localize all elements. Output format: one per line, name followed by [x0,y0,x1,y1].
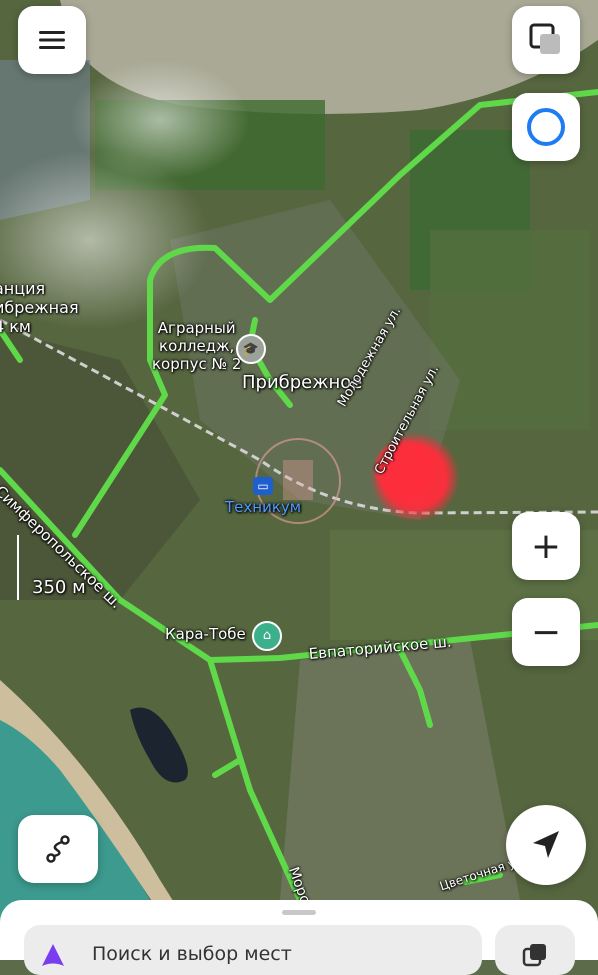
bus-stop-icon[interactable]: ▭ [253,477,273,495]
search-bar[interactable]: Поиск и выбор мест [24,925,482,975]
zoom-out-button[interactable]: − [512,598,580,666]
search-placeholder: Поиск и выбор мест [92,943,292,965]
museum-icon[interactable]: ⌂ [252,621,282,651]
technikum-label[interactable]: Техникум [225,498,301,516]
layers-button[interactable] [512,6,580,74]
navigation-arrow-icon [533,831,559,858]
college-label[interactable]: Аграрный колледж, корпус № 2 [152,319,241,373]
alice-search-icon [42,944,64,966]
route-button[interactable] [18,815,98,883]
zoom-in-button[interactable]: + [512,512,580,580]
menu-icon [39,31,65,49]
menu-button[interactable] [18,6,86,74]
sheet-handle[interactable] [282,910,316,915]
collections-button[interactable] [495,925,575,975]
college-icon[interactable]: 🎓 [236,334,266,364]
collections-icon [522,944,546,967]
kara-tobe-label[interactable]: Кара-Тобе [165,625,246,643]
alice-button[interactable] [512,93,580,161]
layers-icon [529,23,560,54]
alice-icon [527,108,565,146]
station-label: анция ибрежная 4 км [0,279,79,336]
route-icon [46,835,70,863]
locate-me-button[interactable] [506,805,586,885]
scale-label: 350 м [32,577,86,598]
